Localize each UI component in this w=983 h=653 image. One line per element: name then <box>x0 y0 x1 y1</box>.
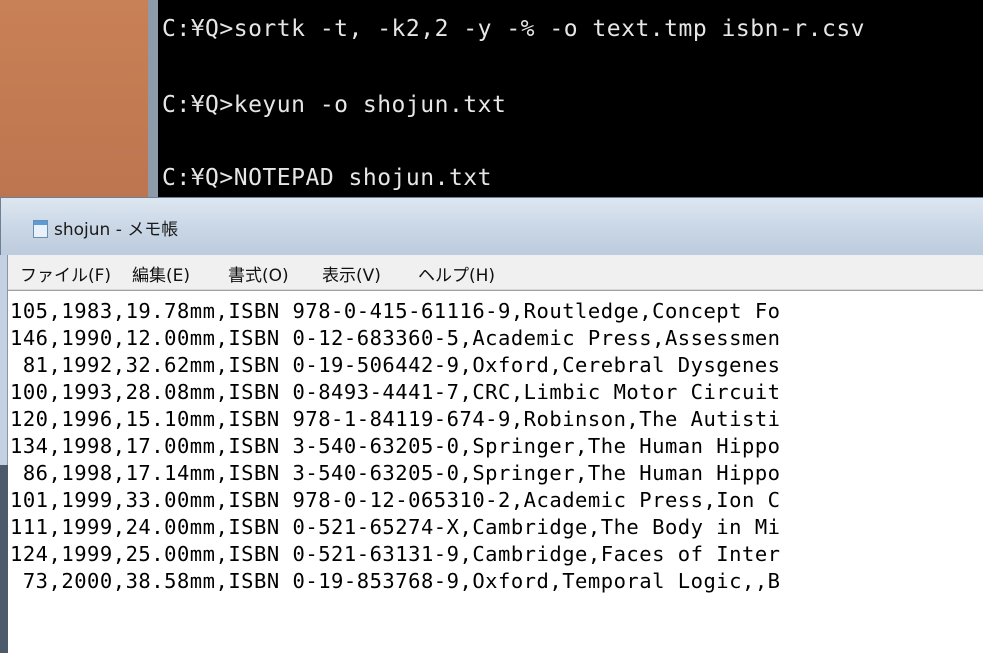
text-editor-area[interactable]: 105,1983,19.78mm,ISBN 978-0-415-61116-9,… <box>8 290 983 653</box>
menu-file[interactable]: ファイル(F) <box>20 261 111 286</box>
menu-edit[interactable]: 編集(E) <box>132 261 190 286</box>
text-line: 146,1990,12.00mm,ISBN 0-12-683360-5,Acad… <box>10 326 781 350</box>
console-line: C:¥Q>keyun -o shojun.txt <box>162 92 507 118</box>
text-line: 111,1999,24.00mm,ISBN 0-521-65274-X,Camb… <box>10 515 781 539</box>
console-line: C:¥Q>sortk -t, -k2,2 -y -% -o text.tmp i… <box>162 16 866 42</box>
menu-view[interactable]: 表示(V) <box>322 261 381 286</box>
console-line: C:¥Q>NOTEPAD shojun.txt <box>162 165 492 191</box>
text-line: 73,2000,38.58mm,ISBN 0-19-853768-9,Oxfor… <box>10 569 781 593</box>
text-line: 101,1999,33.00mm,ISBN 978-0-12-065310-2,… <box>10 488 781 512</box>
text-line: 120,1996,15.10mm,ISBN 978-1-84119-674-9,… <box>10 407 781 431</box>
text-line: 105,1983,19.78mm,ISBN 978-0-415-61116-9,… <box>10 299 781 323</box>
menu-bar: ファイル(F) 編集(E) 書式(O) 表示(V) ヘルプ(H) <box>8 255 983 290</box>
notepad-window: shojun - メモ帳 ファイル(F) 編集(E) 書式(O) 表示(V) ヘ… <box>0 197 983 653</box>
notepad-title-bar[interactable]: shojun - メモ帳 <box>0 197 983 256</box>
menu-format[interactable]: 書式(O) <box>228 261 289 286</box>
text-line: 86,1998,17.14mm,ISBN 3-540-63205-0,Sprin… <box>10 461 781 485</box>
text-line: 134,1998,17.00mm,ISBN 3-540-63205-0,Spri… <box>10 434 781 458</box>
text-line: 100,1993,28.08mm,ISBN 0-8493-4441-7,CRC,… <box>10 380 781 404</box>
window-title: shojun - メモ帳 <box>54 220 179 240</box>
notepad-icon[interactable] <box>33 220 48 238</box>
text-line: 124,1999,25.00mm,ISBN 0-521-63131-9,Camb… <box>10 542 781 566</box>
text-line: 81,1992,32.62mm,ISBN 0-19-506442-9,Oxfor… <box>10 353 781 377</box>
menu-help[interactable]: ヘルプ(H) <box>418 261 495 286</box>
console-window[interactable]: C:¥Q>sortk -t, -k2,2 -y -% -o text.tmp i… <box>158 0 983 200</box>
window-edge <box>0 465 8 653</box>
